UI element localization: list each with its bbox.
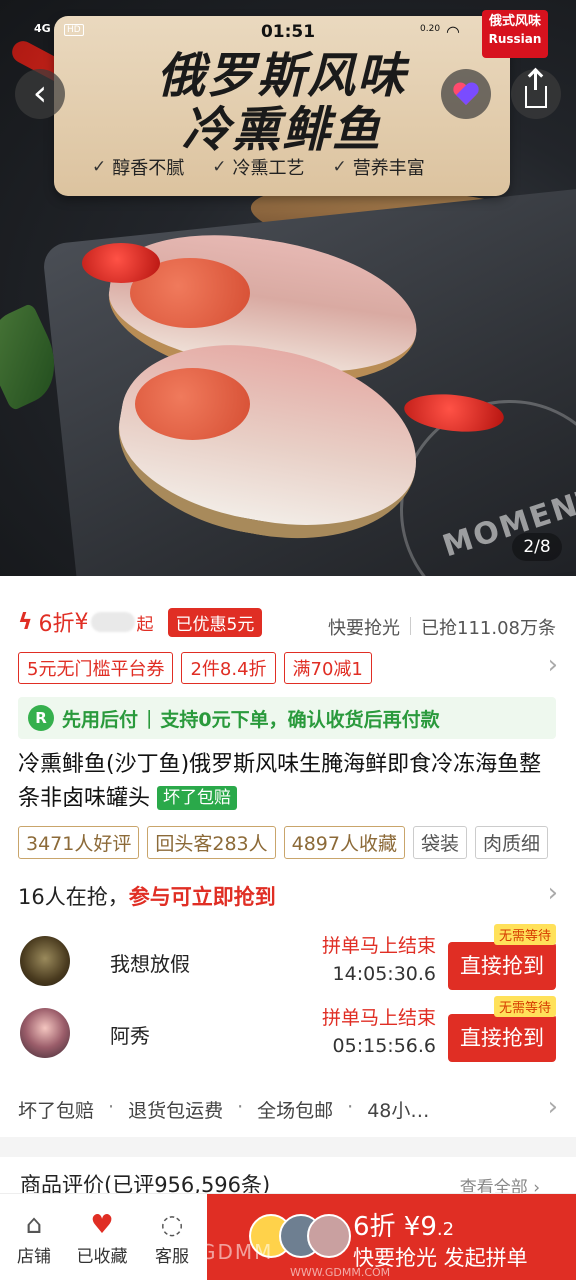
group-buy-row: 我想放假 拼单马上结束 14:05:30.6 直接抢到 无需等待 bbox=[18, 924, 558, 994]
join-group-button[interactable]: 直接抢到 bbox=[448, 1014, 556, 1062]
check-icon: ✓ bbox=[332, 157, 347, 177]
bottom-action-bar: ⌂ 店铺 ♥ 已收藏 ◌ 客服 6折 ¥9.2 快要抢光 发起拼单 bbox=[0, 1193, 576, 1280]
tag-item[interactable]: 3471人好评 bbox=[18, 826, 140, 859]
check-icon: ✓ bbox=[92, 157, 107, 177]
pay-later-text: 支持0元下单，确认收货后再付款 bbox=[160, 708, 440, 731]
heart-icon bbox=[453, 83, 479, 105]
no-wait-badge: 无需等待 bbox=[493, 924, 556, 945]
divider: | bbox=[146, 707, 153, 729]
sales-stats: 快要抢光 已抢111.08万条 bbox=[328, 614, 556, 640]
buy-price: 6折 ¥9.2 bbox=[353, 1212, 455, 1242]
service-item: 48小… bbox=[367, 1100, 430, 1122]
fish-roe bbox=[135, 368, 250, 440]
share-button[interactable] bbox=[511, 69, 561, 119]
feature-item: ✓ 营养丰富 bbox=[332, 157, 425, 179]
price-row: ϟ 6折 ¥ 起 已优惠5元 bbox=[18, 606, 263, 638]
separator-dot: · bbox=[237, 1096, 244, 1118]
no-wait-badge: 无需等待 bbox=[493, 996, 556, 1017]
group-buy-status: 拼单马上结束 05:15:56.6 bbox=[322, 1004, 436, 1060]
product-info: ϟ 6折 ¥ 起 已优惠5元 快要抢光 已抢111.08万条 5元无门槛平台券 … bbox=[0, 576, 576, 1137]
coupon-item[interactable]: 5元无门槛平台券 bbox=[18, 652, 174, 684]
watermark: GDMM bbox=[200, 1240, 274, 1264]
favorite-nav-button[interactable]: ♥ 已收藏 bbox=[70, 1208, 134, 1267]
coupon-item[interactable]: 2件8.4折 bbox=[181, 652, 276, 684]
shop-button[interactable]: ⌂ 店铺 bbox=[2, 1208, 66, 1267]
product-page: MOMENT 俄罗斯风味 冷熏鲱鱼 ✓ 醇香不腻 ✓ 冷熏工艺 ✓ 营养丰富 俄式风味… bbox=[0, 0, 576, 1280]
pay-later-label: 先用后付 bbox=[62, 708, 139, 731]
separator-dot: · bbox=[347, 1096, 354, 1118]
promo-badge: 已优惠5元 bbox=[167, 607, 263, 637]
tag-item[interactable]: 4897人收藏 bbox=[283, 826, 405, 859]
service-item: 全场包邮 bbox=[257, 1100, 334, 1122]
user-name: 阿秀 bbox=[110, 1024, 150, 1048]
join-group-button[interactable]: 直接抢到 bbox=[448, 942, 556, 990]
wifi-icon: ◠ bbox=[446, 22, 460, 41]
product-title: 冷熏鲱鱼(沙丁鱼)俄罗斯风味生腌海鲜即食冷冻海鱼整条非卤味罐头 坏了包赔 bbox=[18, 752, 542, 811]
back-button[interactable]: ‹ bbox=[15, 69, 65, 119]
service-item: 坏了包赔 bbox=[18, 1100, 95, 1122]
pay-later-banner[interactable]: R 先用后付 | 支持0元下单，确认收货后再付款 bbox=[18, 697, 556, 739]
chili-slice bbox=[82, 243, 160, 283]
product-image-carousel[interactable]: MOMENT 俄罗斯风味 冷熏鲱鱼 ✓ 醇香不腻 ✓ 冷熏工艺 ✓ 营养丰富 俄式风味… bbox=[0, 0, 576, 576]
avatar bbox=[307, 1214, 351, 1258]
currency-symbol: ¥ bbox=[74, 609, 89, 635]
chevron-right-icon[interactable]: › bbox=[548, 1092, 558, 1122]
heart-icon: ♥ bbox=[90, 1210, 114, 1240]
group-buy-status: 拼单马上结束 14:05:30.6 bbox=[322, 932, 436, 988]
stock-hint: 快要抢光 bbox=[328, 618, 401, 639]
watermark-url: WWW.GDMM.COM bbox=[290, 1266, 391, 1279]
user-name: 我想放假 bbox=[110, 952, 190, 976]
group-buy-row: 阿秀 拼单马上结束 05:15:56.6 直接抢到 无需等待 bbox=[18, 996, 558, 1066]
group-buy-summary[interactable]: 16人在抢，参与可立即抢到 bbox=[18, 881, 276, 911]
price-from-suffix: 起 bbox=[136, 614, 154, 635]
chevron-left-icon: ‹ bbox=[32, 73, 48, 114]
feature-item: ✓ 冷熏工艺 bbox=[212, 157, 305, 179]
pay-later-icon: R bbox=[28, 705, 54, 731]
start-group-buy-button[interactable]: 6折 ¥9.2 快要抢光 发起拼单 bbox=[207, 1194, 576, 1280]
favorite-button[interactable] bbox=[441, 69, 491, 119]
price-value-obscured bbox=[90, 612, 135, 632]
tag-item[interactable]: 袋装 bbox=[412, 826, 467, 859]
check-icon: ✓ bbox=[212, 157, 227, 177]
image-counter: 2/8 bbox=[512, 533, 562, 561]
store-icon: ⌂ bbox=[25, 1210, 43, 1240]
guarantee-tag: 坏了包赔 bbox=[157, 786, 238, 810]
chat-icon: ◌ bbox=[160, 1210, 184, 1240]
status-bar: 4G HD 01:51 0.20 ◠ bbox=[0, 0, 576, 50]
countdown-timer: 05:15:56.6 bbox=[332, 1035, 436, 1057]
coupon-item[interactable]: 满70减1 bbox=[283, 652, 372, 684]
tag-item[interactable]: 肉质细 bbox=[475, 826, 549, 859]
countdown-timer: 14:05:30.6 bbox=[332, 963, 436, 985]
clock: 01:51 bbox=[260, 22, 316, 42]
chevron-right-icon[interactable]: › bbox=[548, 650, 558, 680]
network-speed: 0.20 bbox=[420, 24, 441, 34]
avatar bbox=[20, 1008, 70, 1058]
product-tags[interactable]: 3471人好评 回头客283人 4897人收藏 袋装 肉质细 bbox=[18, 826, 549, 859]
coupon-list[interactable]: 5元无门槛平台券 2件8.4折 满70减1 bbox=[18, 652, 372, 684]
lightning-icon: ϟ bbox=[18, 609, 33, 635]
divider bbox=[410, 617, 412, 635]
separator-dot: · bbox=[108, 1096, 115, 1118]
chevron-right-icon[interactable]: › bbox=[548, 878, 558, 908]
service-guarantees[interactable]: 坏了包赔 · 退货包运费 · 全场包邮 · 48小… bbox=[18, 1096, 429, 1123]
banner-features: ✓ 醇香不腻 ✓ 冷熏工艺 ✓ 营养丰富 bbox=[92, 154, 425, 180]
discount-label: 6折 bbox=[38, 612, 75, 637]
service-item: 退货包运费 bbox=[128, 1100, 224, 1122]
feature-item: ✓ 醇香不腻 bbox=[92, 157, 185, 179]
avatar bbox=[20, 936, 70, 986]
customer-service-button[interactable]: ◌ 客服 bbox=[140, 1208, 204, 1267]
tag-item[interactable]: 回头客283人 bbox=[147, 826, 276, 859]
sold-count: 已抢111.08万条 bbox=[421, 618, 556, 639]
share-icon bbox=[525, 72, 547, 108]
